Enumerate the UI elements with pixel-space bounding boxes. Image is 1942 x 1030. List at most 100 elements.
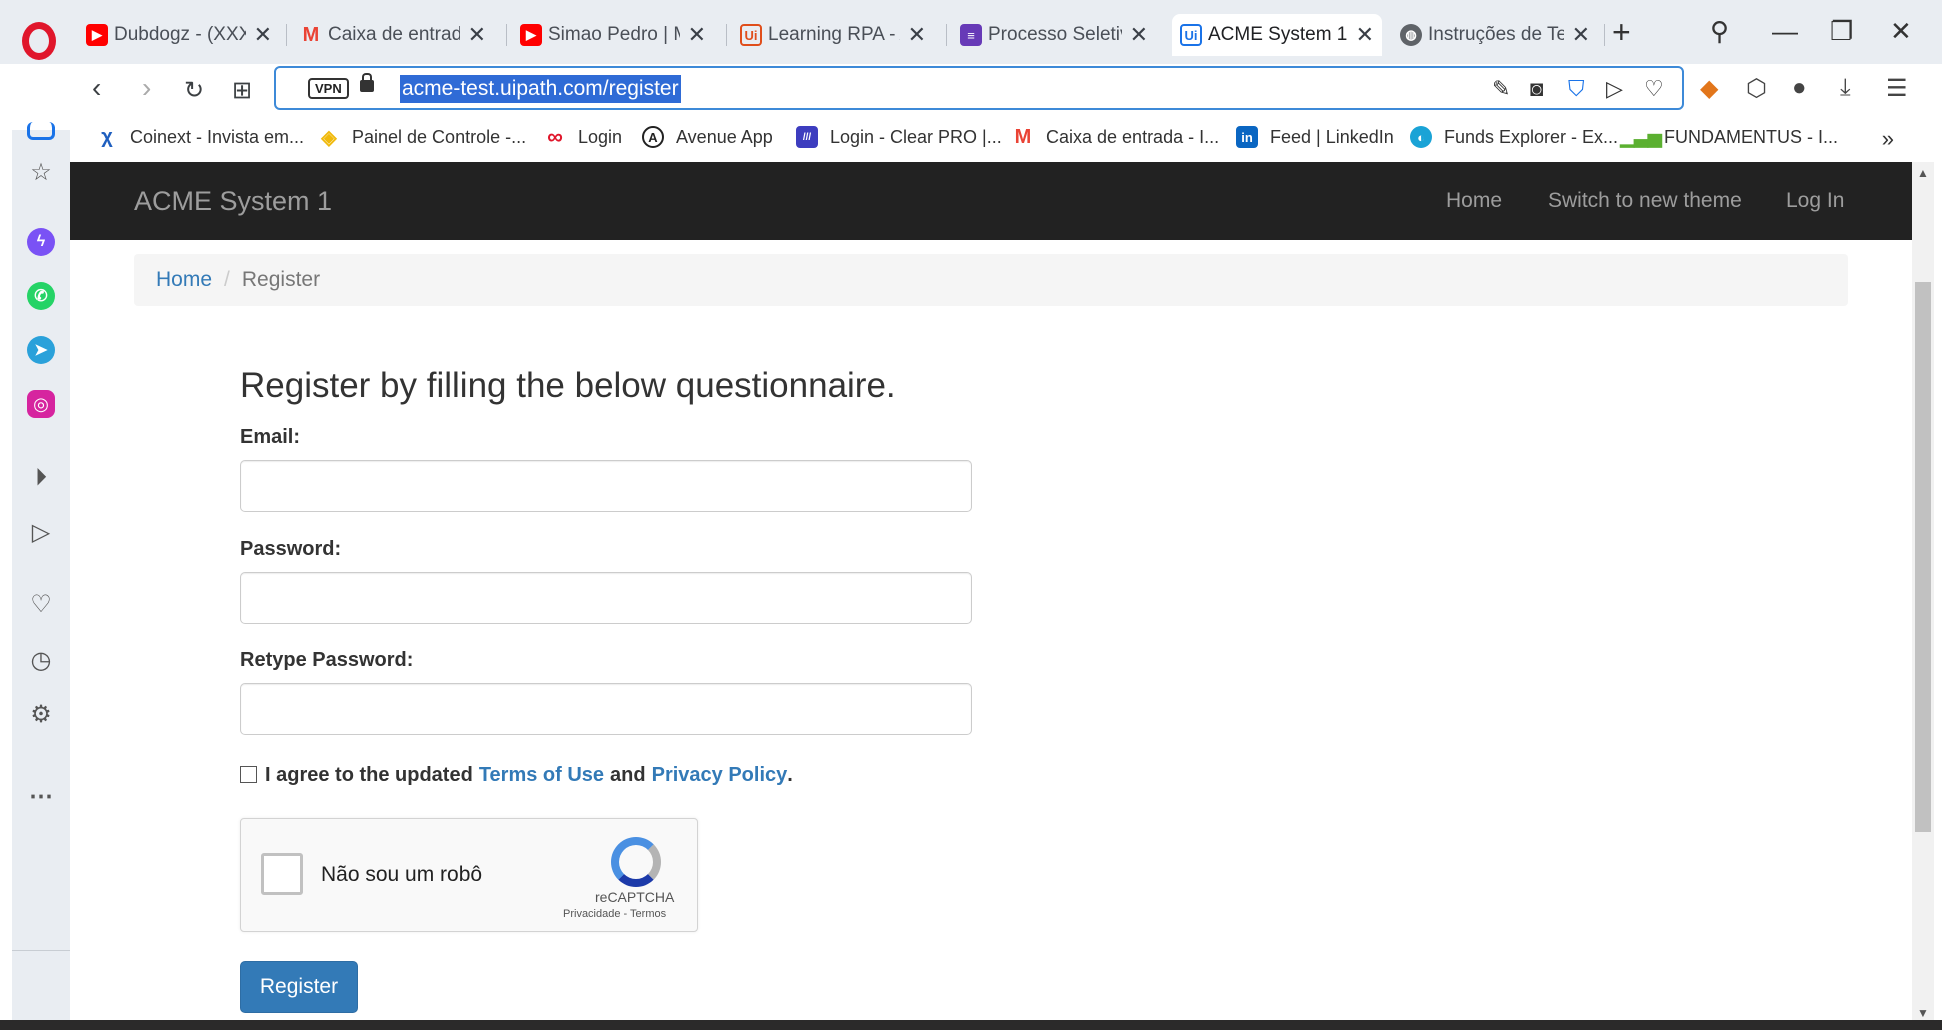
star-icon[interactable]: ☆ xyxy=(27,158,55,186)
terms-of-use-link[interactable]: Terms of Use xyxy=(479,764,604,787)
close-tab-icon[interactable]: ✕ xyxy=(1130,22,1148,48)
cube-icon[interactable]: ⬡ xyxy=(1746,74,1767,103)
scroll-down-icon[interactable]: ▼ xyxy=(1917,1006,1929,1020)
whatsapp-icon[interactable]: ✆ xyxy=(27,282,55,310)
coinext-icon: χ xyxy=(101,125,113,148)
bookmark-coinext[interactable]: χ Coinext - Invista em... xyxy=(96,126,304,148)
youtube-icon: ▶ xyxy=(86,24,108,46)
tab-3[interactable]: ▶ Simao Pedro | Me ✕ xyxy=(512,14,714,56)
bookmark-gmail[interactable]: M Caixa de entrada - I... xyxy=(1012,126,1219,148)
tab-7[interactable]: ◍ Instruções de Tes ✕ xyxy=(1392,14,1598,56)
speed-dial-icon[interactable]: ⊞ xyxy=(232,76,252,105)
agree-checkbox[interactable] xyxy=(240,765,257,783)
edit-icon[interactable]: ✎ xyxy=(1492,76,1510,102)
funds-icon: ◐ xyxy=(1410,126,1432,148)
breadcrumb-home-link[interactable]: Home xyxy=(156,268,212,291)
recaptcha-links[interactable]: Privacidade - Termos xyxy=(563,908,666,920)
recaptcha-widget: Não sou um robô reCAPTCHA Privacidade - … xyxy=(240,818,698,932)
page-scrollbar[interactable]: ▲ ▼ xyxy=(1912,162,1934,1025)
close-tab-icon[interactable]: ✕ xyxy=(908,22,926,48)
vpn-badge[interactable]: VPN xyxy=(308,78,349,99)
retype-password-field[interactable] xyxy=(240,683,972,735)
player-icon[interactable]: ⏵ xyxy=(27,464,55,492)
retype-password-label: Retype Password: xyxy=(240,649,414,671)
recaptcha-label: Não sou um robô xyxy=(321,863,483,886)
tab-4[interactable]: Ui Learning RPA - A ✕ xyxy=(732,14,934,56)
privacy-policy-link[interactable]: Privacy Policy xyxy=(652,764,788,787)
close-tab-icon[interactable]: ✕ xyxy=(688,22,706,48)
bookmark-fundamentus[interactable]: ▁▃▅ FUNDAMENTUS - I... xyxy=(1620,126,1838,148)
minimize-icon[interactable]: — xyxy=(1772,16,1798,47)
settings-icon[interactable]: ⚙ xyxy=(27,700,55,728)
send-icon[interactable]: ▷ xyxy=(27,518,55,546)
breadcrumb-separator: / xyxy=(224,268,230,291)
uipath-icon: Ui xyxy=(1180,24,1202,46)
email-field[interactable] xyxy=(240,460,972,512)
agree-and: and xyxy=(610,764,646,786)
bookmark-clear[interactable]: ///Login - Clear PRO |... xyxy=(796,126,1002,148)
reload-icon[interactable]: ↻ xyxy=(184,76,204,105)
password-label: Password: xyxy=(240,538,342,560)
lock-icon[interactable] xyxy=(360,73,374,92)
globe-icon: ◍ xyxy=(1400,24,1422,46)
form-title: Register by filling the below questionna… xyxy=(240,366,896,405)
site-brand[interactable]: ACME System 1 xyxy=(134,186,332,217)
bookmark-funds-explorer[interactable]: ◐ Funds Explorer - Ex... xyxy=(1410,126,1618,148)
easy-setup-icon[interactable]: ☰ xyxy=(1886,74,1908,103)
nav-login-link[interactable]: Log In xyxy=(1786,189,1844,213)
telegram-icon[interactable]: ➤ xyxy=(27,336,55,364)
new-tab-icon[interactable]: + xyxy=(1612,14,1631,51)
snapshot-icon[interactable]: ◙ xyxy=(1530,76,1543,102)
history-icon[interactable]: ◷ xyxy=(27,646,55,674)
opera-logo-icon[interactable] xyxy=(22,22,56,60)
profile-icon[interactable]: ● xyxy=(1792,74,1807,102)
url-text[interactable]: acme-test.uipath.com/register xyxy=(400,75,681,103)
messenger-icon[interactable]: ϟ xyxy=(27,228,55,256)
gmail-icon: M xyxy=(1014,125,1032,148)
close-tab-icon[interactable]: ✕ xyxy=(468,22,486,48)
agree-prefix: I agree to the updated xyxy=(265,764,473,786)
infinity-icon: ∞ xyxy=(547,124,563,149)
close-tab-icon[interactable]: ✕ xyxy=(1356,22,1374,48)
nav-switch-theme-link[interactable]: Switch to new theme xyxy=(1548,189,1742,213)
password-field[interactable] xyxy=(240,572,972,624)
bookmark-avenue[interactable]: A Avenue App xyxy=(642,126,773,148)
avenue-icon: A xyxy=(642,126,664,148)
bars-icon: ▁▃▅ xyxy=(1620,126,1662,147)
tab-5[interactable]: ≡ Processo Seletivo ✕ xyxy=(952,14,1156,56)
tab-active[interactable]: Ui ACME System 1 - ✕ xyxy=(1172,14,1382,56)
breadcrumb: Home / Register xyxy=(134,254,1848,306)
bookmark-login[interactable]: ∞ Login xyxy=(544,124,622,149)
linkedin-icon: in xyxy=(1236,126,1258,148)
scrollbar-thumb[interactable] xyxy=(1915,282,1931,832)
instagram-icon[interactable]: ◎ xyxy=(27,390,55,418)
shield-icon[interactable]: ⛉ xyxy=(1568,76,1585,102)
recaptcha-logo-icon xyxy=(611,837,661,887)
register-button[interactable]: Register xyxy=(240,961,358,1013)
search-tabs-icon[interactable]: ⚲ xyxy=(1710,16,1729,47)
download-icon[interactable]: ⤓ xyxy=(1840,74,1851,102)
close-tab-icon[interactable]: ✕ xyxy=(254,22,272,48)
heart-icon[interactable]: ♡ xyxy=(1644,76,1664,102)
more-bookmarks-icon[interactable]: » xyxy=(1882,126,1894,152)
youtube-icon: ▶ xyxy=(520,24,542,46)
scroll-up-icon[interactable]: ▲ xyxy=(1917,166,1929,180)
recaptcha-checkbox[interactable] xyxy=(261,853,303,895)
url-bar[interactable]: VPN acme-test.uipath.com/register ✎ ◙ ⛉ … xyxy=(274,66,1684,110)
tab-2[interactable]: M Caixa de entrada ✕ xyxy=(292,14,494,56)
tab-1[interactable]: ▶ Dubdogz - (XXXF ✕ xyxy=(78,14,280,56)
bookmark-binance[interactable]: ◈ Painel de Controle -... xyxy=(318,126,526,149)
heart-icon[interactable]: ♡ xyxy=(27,590,55,618)
more-icon[interactable]: ⋯ xyxy=(27,782,55,810)
forward-icon[interactable]: › xyxy=(142,72,151,104)
metamask-icon[interactable]: ◆ xyxy=(1700,74,1718,103)
workspace-icon[interactable] xyxy=(27,122,55,140)
nav-home-link[interactable]: Home xyxy=(1446,189,1502,213)
back-icon[interactable]: ‹ xyxy=(92,72,101,104)
close-window-icon[interactable]: ✕ xyxy=(1890,16,1912,47)
send-icon[interactable]: ▷ xyxy=(1606,76,1623,102)
restore-icon[interactable]: ❐ xyxy=(1830,16,1853,47)
bookmark-linkedin[interactable]: in Feed | LinkedIn xyxy=(1236,126,1394,148)
bookmarks-bar: χ Coinext - Invista em... ◈ Painel de Cont… xyxy=(0,120,1942,162)
close-tab-icon[interactable]: ✕ xyxy=(1572,22,1590,48)
